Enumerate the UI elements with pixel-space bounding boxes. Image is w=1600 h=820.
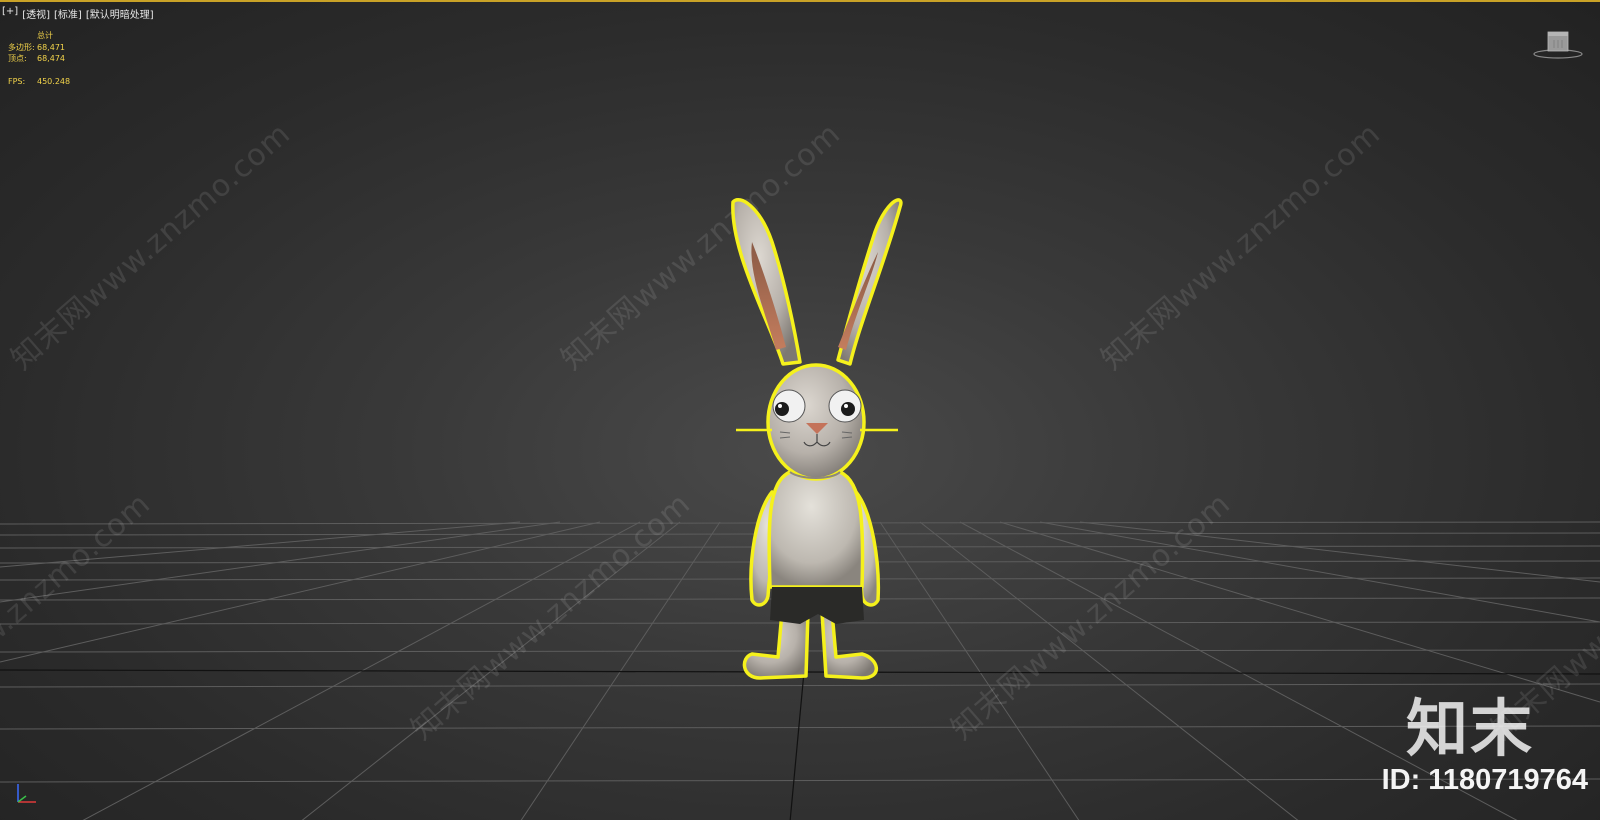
fps-value: 450.248 <box>37 76 71 86</box>
fps-label: FPS: <box>8 76 26 86</box>
viewport-view-menu[interactable]: [透视] <box>22 6 50 21</box>
vertices-value: 68,474 <box>37 54 65 63</box>
polygons-label: 多边形: <box>8 42 35 52</box>
viewport-plus-menu[interactable]: [+] <box>2 6 18 21</box>
stats-header: 总计 <box>37 31 53 40</box>
asset-id: ID: 1180719764 <box>1381 764 1588 796</box>
axis-gizmo-icon <box>17 784 36 803</box>
viewport-label-menu: [+] [透视] [标准] [默认明暗处理] <box>2 6 154 21</box>
viewcube-icon[interactable] <box>1532 28 1584 62</box>
bunny-model[interactable] <box>0 2 1600 820</box>
scene-statistics: 总计 多边形: 68,471 顶点: 68,474 FPS: 450.248 <box>8 30 70 87</box>
vertices-label: 顶点: <box>8 54 27 63</box>
viewport-lighting-menu[interactable]: [默认明暗处理] <box>86 6 154 21</box>
viewport-shading-menu[interactable]: [标准] <box>54 6 82 21</box>
polygons-value: 68,471 <box>37 42 65 52</box>
perspective-viewport[interactable]: 知末网www.znzmo.com 知末网www.znzmo.com 知末网www… <box>0 0 1600 820</box>
brand-logo: 知末 <box>1405 692 1534 765</box>
